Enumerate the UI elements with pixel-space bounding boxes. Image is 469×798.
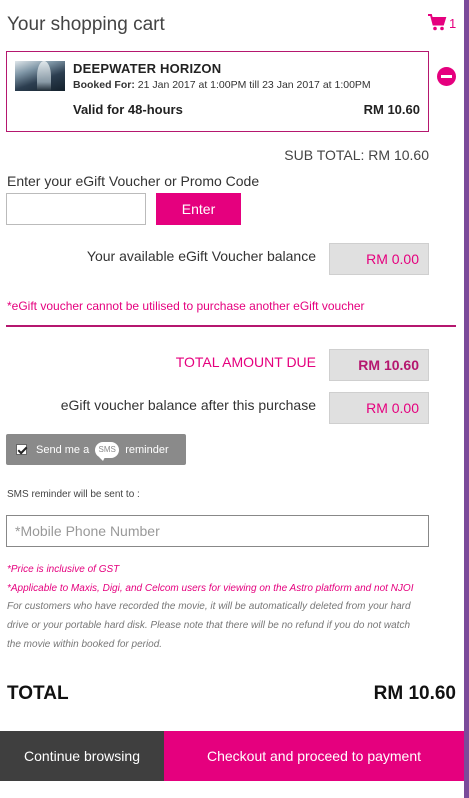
sms-reminder-toggle[interactable]: Send me a SMS reminder <box>6 434 186 465</box>
side-accent-bar <box>464 0 469 798</box>
booked-for-label: Booked For: <box>73 79 135 91</box>
total-value: RM 10.60 <box>373 683 456 704</box>
voucher-balance-value: RM 0.00 <box>329 243 429 275</box>
refund-note-line-3: the movie within booked for period. <box>7 639 163 650</box>
cart-count-badge: 1 <box>449 16 457 31</box>
item-price: RM 10.60 <box>363 102 420 117</box>
movie-thumbnail <box>15 61 65 91</box>
voucher-balance-label: Your available eGift Voucher balance <box>86 248 316 264</box>
refund-note-line-1: For customers who have recorded the movi… <box>7 601 411 612</box>
section-divider <box>6 325 456 327</box>
voucher-label: Enter your eGift Voucher or Promo Code <box>7 173 260 189</box>
refund-note-line-2: drive or your portable hard disk. Please… <box>7 620 411 631</box>
sms-prefix: Send me a <box>36 443 90 456</box>
cart-title: Your shopping cart <box>7 14 165 35</box>
sms-sent-to-label: SMS reminder will be sent to : <box>7 489 140 500</box>
checkout-button[interactable]: Checkout and proceed to payment <box>164 731 464 781</box>
continue-browsing-button[interactable]: Continue browsing <box>0 731 164 781</box>
checkbox-icon[interactable] <box>16 444 27 455</box>
total-amount-due-value: RM 10.60 <box>329 349 429 381</box>
balance-after-label: eGift voucher balance after this purchas… <box>60 397 316 413</box>
booked-for-value: 21 Jan 2017 at 1:00PM till 23 Jan 2017 a… <box>137 79 371 91</box>
mobile-phone-input[interactable] <box>6 515 429 547</box>
sms-suffix: reminder <box>125 443 169 456</box>
remove-item-icon[interactable] <box>437 67 456 86</box>
cart-icon[interactable] <box>427 12 447 32</box>
voucher-restriction-note: *eGift voucher cannot be utilised to pur… <box>7 299 365 313</box>
movie-title: DEEPWATER HORIZON <box>73 61 222 76</box>
shopping-cart-panel: Your shopping cart 1 DEEPWATER HORIZON B… <box>0 0 464 798</box>
subtotal: SUB TOTAL: RM 10.60 <box>284 147 429 163</box>
sms-icon: SMS <box>95 441 120 461</box>
voucher-input[interactable] <box>6 193 146 225</box>
cart-item: DEEPWATER HORIZON Booked For: 21 Jan 201… <box>6 51 429 132</box>
gst-note: *Price is inclusive of GST <box>7 564 120 575</box>
total-amount-due-label: TOTAL AMOUNT DUE <box>175 354 316 370</box>
booking-period: Booked For: 21 Jan 2017 at 1:00PM till 2… <box>73 79 371 91</box>
total-label: TOTAL <box>7 683 69 704</box>
validity-text: Valid for 48-hours <box>73 102 183 117</box>
applicability-note: *Applicable to Maxis, Digi, and Celcom u… <box>7 583 414 594</box>
balance-after-value: RM 0.00 <box>329 392 429 424</box>
enter-voucher-button[interactable]: Enter <box>156 193 241 225</box>
